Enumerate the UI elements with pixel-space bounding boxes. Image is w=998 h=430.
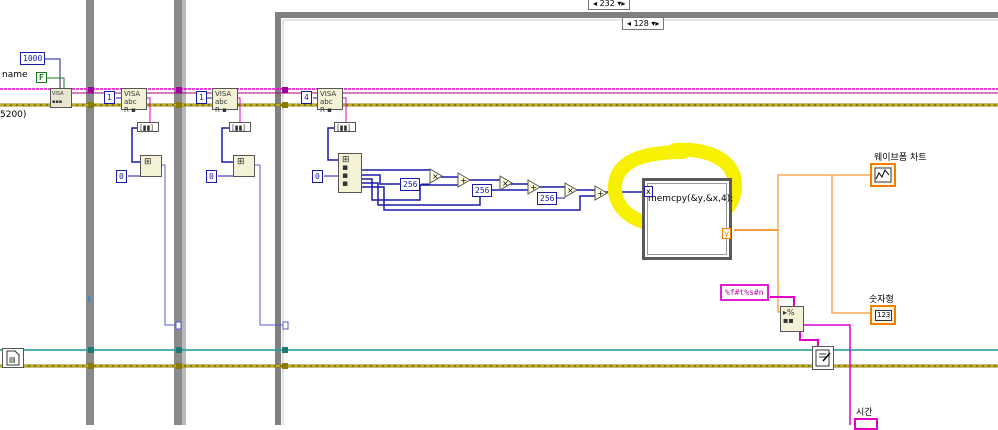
multiply-icon[interactable]: × — [499, 175, 513, 191]
loop1-visa-read-node[interactable]: VISA abc R ▪ — [121, 88, 147, 114]
svg-text:+: + — [460, 176, 467, 185]
unbundle-icon: [▮▮] — [140, 124, 154, 132]
loop2-index-constant[interactable]: 1 — [196, 91, 207, 104]
format-string-constant[interactable]: %f#t%s#n — [720, 284, 769, 301]
write-file-icon — [815, 349, 831, 367]
multiplier-a-constant[interactable]: 256 — [400, 178, 421, 191]
loop2-visa-read-node[interactable]: VISA abc R ▪ — [212, 88, 238, 114]
multiply-icon[interactable]: × — [564, 182, 578, 198]
loop2-array-index-node[interactable]: ⊞ — [233, 155, 255, 177]
visa-read-icon: VISA abc R ▪ — [320, 90, 337, 114]
numeric-indicator-terminal[interactable]: 123 — [870, 305, 896, 325]
svg-text:×: × — [432, 172, 439, 181]
loop3-unbundle-node[interactable]: [▮▮] — [334, 122, 356, 132]
inner-case-value: 128 — [633, 19, 649, 28]
write-file-node[interactable] — [812, 346, 834, 370]
loop1-index-constant[interactable]: 1 — [104, 91, 115, 104]
unbundle-icon: [▮▮] — [232, 124, 246, 132]
boolean-false-constant[interactable]: F — [36, 72, 47, 83]
multiply-icon[interactable]: × — [429, 168, 443, 184]
array-index-icon: ⊞ — [144, 157, 152, 167]
svg-text:+: + — [530, 183, 537, 192]
left-name-label: name — [2, 70, 28, 80]
file-refnum-icon: ▤ — [6, 350, 20, 366]
block-diagram[interactable]: ◂ 232 ▾▸ ◂ 128 ▾▸ 1000 F name 5200) VISA… — [0, 0, 998, 430]
visa-read-icon: VISA abc R ▪ — [124, 90, 141, 114]
loop3-offset-constant[interactable]: 0 — [312, 170, 323, 183]
wire-layer — [0, 0, 998, 425]
outer-case-value: 232 — [599, 0, 615, 8]
loop2-unbundle-node[interactable]: [▮▮] — [229, 122, 251, 132]
svg-text:×: × — [567, 186, 574, 195]
loop1-array-index-node[interactable]: ⊞ — [140, 155, 162, 177]
file-refnum-node[interactable]: ▤ — [2, 348, 24, 368]
left-baud-label: 5200) — [0, 110, 27, 120]
unbundle-icon: [▮▮] — [337, 124, 351, 132]
numeric-indicator-label: 숫자형 — [869, 295, 894, 305]
structure-frame-1 — [86, 0, 94, 425]
timeout-constant[interactable]: 1000 — [20, 52, 46, 65]
add-icon[interactable]: + — [457, 172, 471, 188]
loop3-array-index-node[interactable]: ⊞ ▪ ▪ ▪ — [338, 153, 362, 193]
waveform-chart-label: 웨이브폼 차트 — [874, 153, 927, 163]
formula-output-y[interactable]: y — [722, 228, 731, 239]
loop3-index-constant[interactable]: 4 — [301, 91, 312, 104]
multiplier-c-constant[interactable]: 256 — [537, 192, 558, 205]
svg-text:▤: ▤ — [9, 356, 16, 364]
loop1-unbundle-node[interactable]: [▮▮] — [137, 122, 159, 132]
visa-configure-node[interactable]: VISA ▪▪▪ — [50, 88, 72, 108]
formula-input-x[interactable]: x — [644, 186, 653, 197]
format-into-string-icon: ▸% ▪▪ — [783, 308, 795, 325]
array-index-icon: ⊞ ▪ ▪ ▪ — [342, 155, 350, 189]
svg-text:×: × — [502, 179, 509, 188]
loop2-offset-constant[interactable]: 0 — [206, 170, 217, 183]
loop1-offset-constant[interactable]: 0 — [116, 170, 127, 183]
formula-node[interactable]: memcpy(&y,&x,4); x y — [642, 178, 733, 260]
visa-read-icon: VISA ▪▪▪ — [52, 91, 64, 105]
waveform-chart-terminal[interactable] — [870, 163, 896, 187]
array-index-icon: ⊞ — [237, 157, 245, 167]
visa-read-icon: VISA abc R ▪ — [215, 90, 232, 114]
inner-case-selector[interactable]: ◂ 128 ▾▸ — [622, 17, 665, 30]
format-into-string-node[interactable]: ▸% ▪▪ — [780, 306, 804, 332]
multiplier-b-constant[interactable]: 256 — [472, 184, 493, 197]
time-indicator-label: 시간 — [856, 408, 873, 418]
loop3-visa-read-node[interactable]: VISA abc R ▪ — [317, 88, 343, 114]
svg-text:+: + — [597, 189, 604, 198]
time-indicator-terminal[interactable] — [854, 418, 878, 430]
outer-case-selector[interactable]: ◂ 232 ▾▸ — [588, 0, 631, 10]
numeric-indicator-glyph: 123 — [875, 310, 893, 321]
structure-frame-2 — [174, 0, 182, 425]
waveform-chart-icon — [874, 167, 892, 183]
formula-code[interactable]: memcpy(&y,&x,4); — [648, 194, 733, 204]
